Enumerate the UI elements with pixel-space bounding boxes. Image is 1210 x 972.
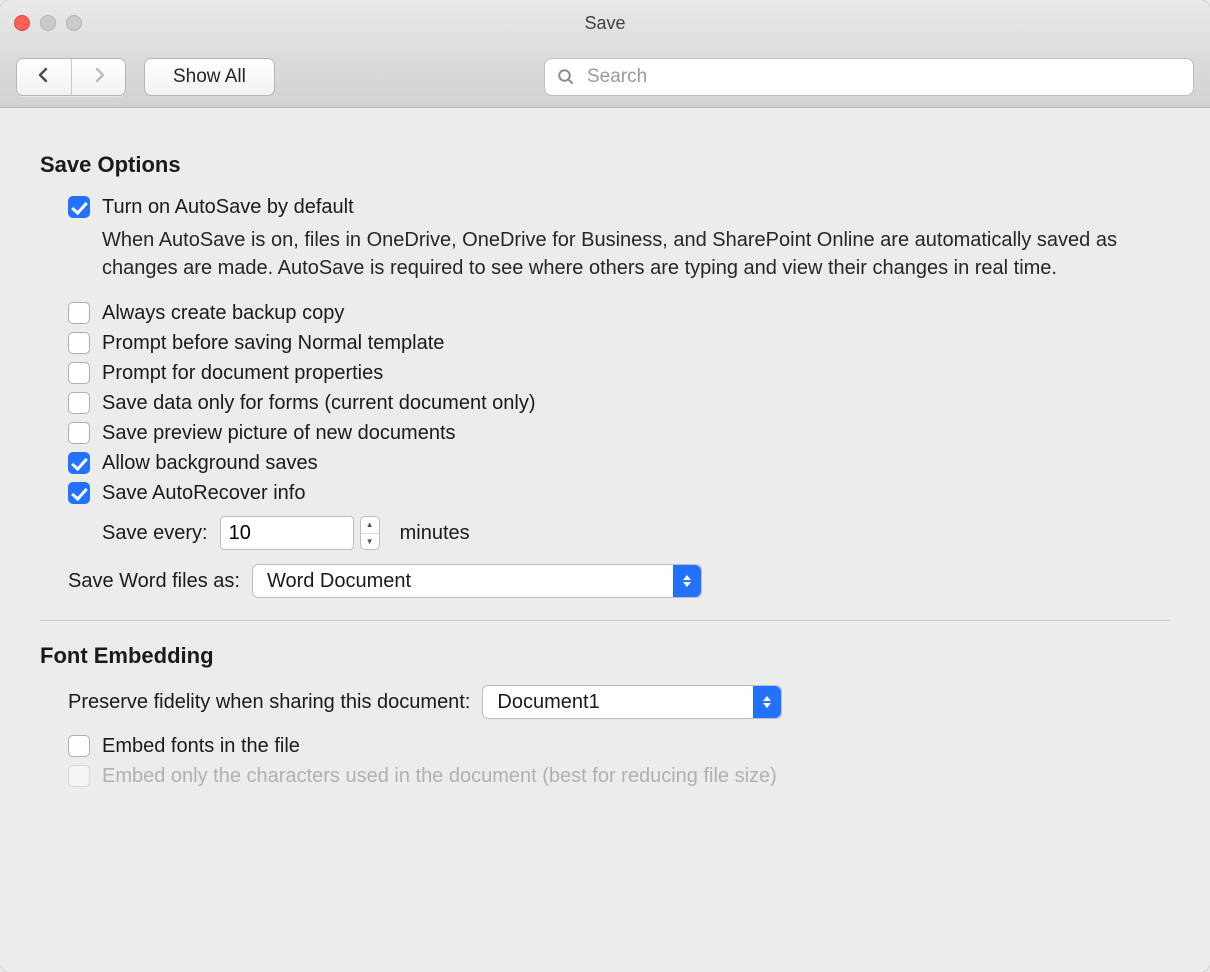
forward-button[interactable] [71, 59, 125, 95]
save-word-files-as-value: Word Document [267, 570, 411, 593]
save-form-data-only-checkbox[interactable] [68, 392, 90, 414]
save-preview-picture-checkbox[interactable] [68, 422, 90, 444]
save-autorecover-label: Save AutoRecover info [102, 480, 305, 506]
save-every-label: Save every: [102, 522, 208, 545]
save-every-input[interactable] [220, 516, 354, 550]
search-input[interactable] [544, 58, 1194, 96]
save-preview-picture-label: Save preview picture of new documents [102, 420, 456, 446]
preserve-fidelity-select[interactable]: Document1 [482, 685, 782, 719]
backup-copy-checkbox[interactable] [68, 302, 90, 324]
preserve-fidelity-label: Preserve fidelity when sharing this docu… [68, 691, 470, 714]
content-pane: Save Options Turn on AutoSave by default… [0, 108, 1210, 833]
show-all-button[interactable]: Show All [144, 58, 275, 96]
autosave-label: Turn on AutoSave by default [102, 194, 1170, 220]
save-autorecover-checkbox[interactable] [68, 482, 90, 504]
titlebar: Save [0, 0, 1210, 46]
search-icon [557, 68, 575, 86]
prompt-normal-template-checkbox[interactable] [68, 332, 90, 354]
preserve-fidelity-value: Document1 [497, 691, 599, 714]
save-every-field: ▲ ▼ [220, 516, 380, 550]
chevron-right-icon [91, 67, 107, 86]
backup-copy-label: Always create backup copy [102, 300, 344, 326]
traffic-lights [14, 15, 82, 31]
save-every-stepper[interactable]: ▲ ▼ [360, 516, 380, 550]
preferences-save-window: Save Show All Save [0, 0, 1210, 972]
save-word-files-as-label: Save Word files as: [68, 570, 240, 593]
save-every-unit: minutes [400, 522, 470, 545]
prompt-normal-template-label: Prompt before saving Normal template [102, 330, 444, 356]
prompt-document-properties-checkbox[interactable] [68, 362, 90, 384]
embed-fonts-checkbox[interactable] [68, 735, 90, 757]
updown-caret-icon [753, 686, 781, 718]
section-divider [40, 620, 1170, 621]
autosave-help-text: When AutoSave is on, files in OneDrive, … [102, 226, 1142, 282]
save-options-heading: Save Options [40, 152, 1170, 178]
embed-subset-label: Embed only the characters used in the do… [102, 763, 777, 789]
save-word-files-as-select[interactable]: Word Document [252, 564, 702, 598]
show-all-label: Show All [173, 66, 246, 88]
search-wrap [544, 58, 1194, 96]
chevron-up-icon: ▲ [361, 517, 379, 533]
minimize-window-button[interactable] [40, 15, 56, 31]
updown-caret-icon [673, 565, 701, 597]
save-form-data-only-label: Save data only for forms (current docume… [102, 390, 536, 416]
embed-fonts-label: Embed fonts in the file [102, 733, 300, 759]
autosave-checkbox[interactable] [68, 196, 90, 218]
allow-background-saves-label: Allow background saves [102, 450, 318, 476]
chevron-left-icon [36, 67, 52, 86]
font-embedding-heading: Font Embedding [40, 643, 1170, 669]
nav-back-forward [16, 58, 126, 96]
back-button[interactable] [17, 59, 71, 95]
close-window-button[interactable] [14, 15, 30, 31]
chevron-down-icon: ▼ [361, 533, 379, 550]
toolbar: Show All [0, 46, 1210, 108]
embed-subset-checkbox [68, 765, 90, 787]
prompt-document-properties-label: Prompt for document properties [102, 360, 383, 386]
fullscreen-window-button[interactable] [66, 15, 82, 31]
allow-background-saves-checkbox[interactable] [68, 452, 90, 474]
window-title: Save [0, 13, 1210, 34]
